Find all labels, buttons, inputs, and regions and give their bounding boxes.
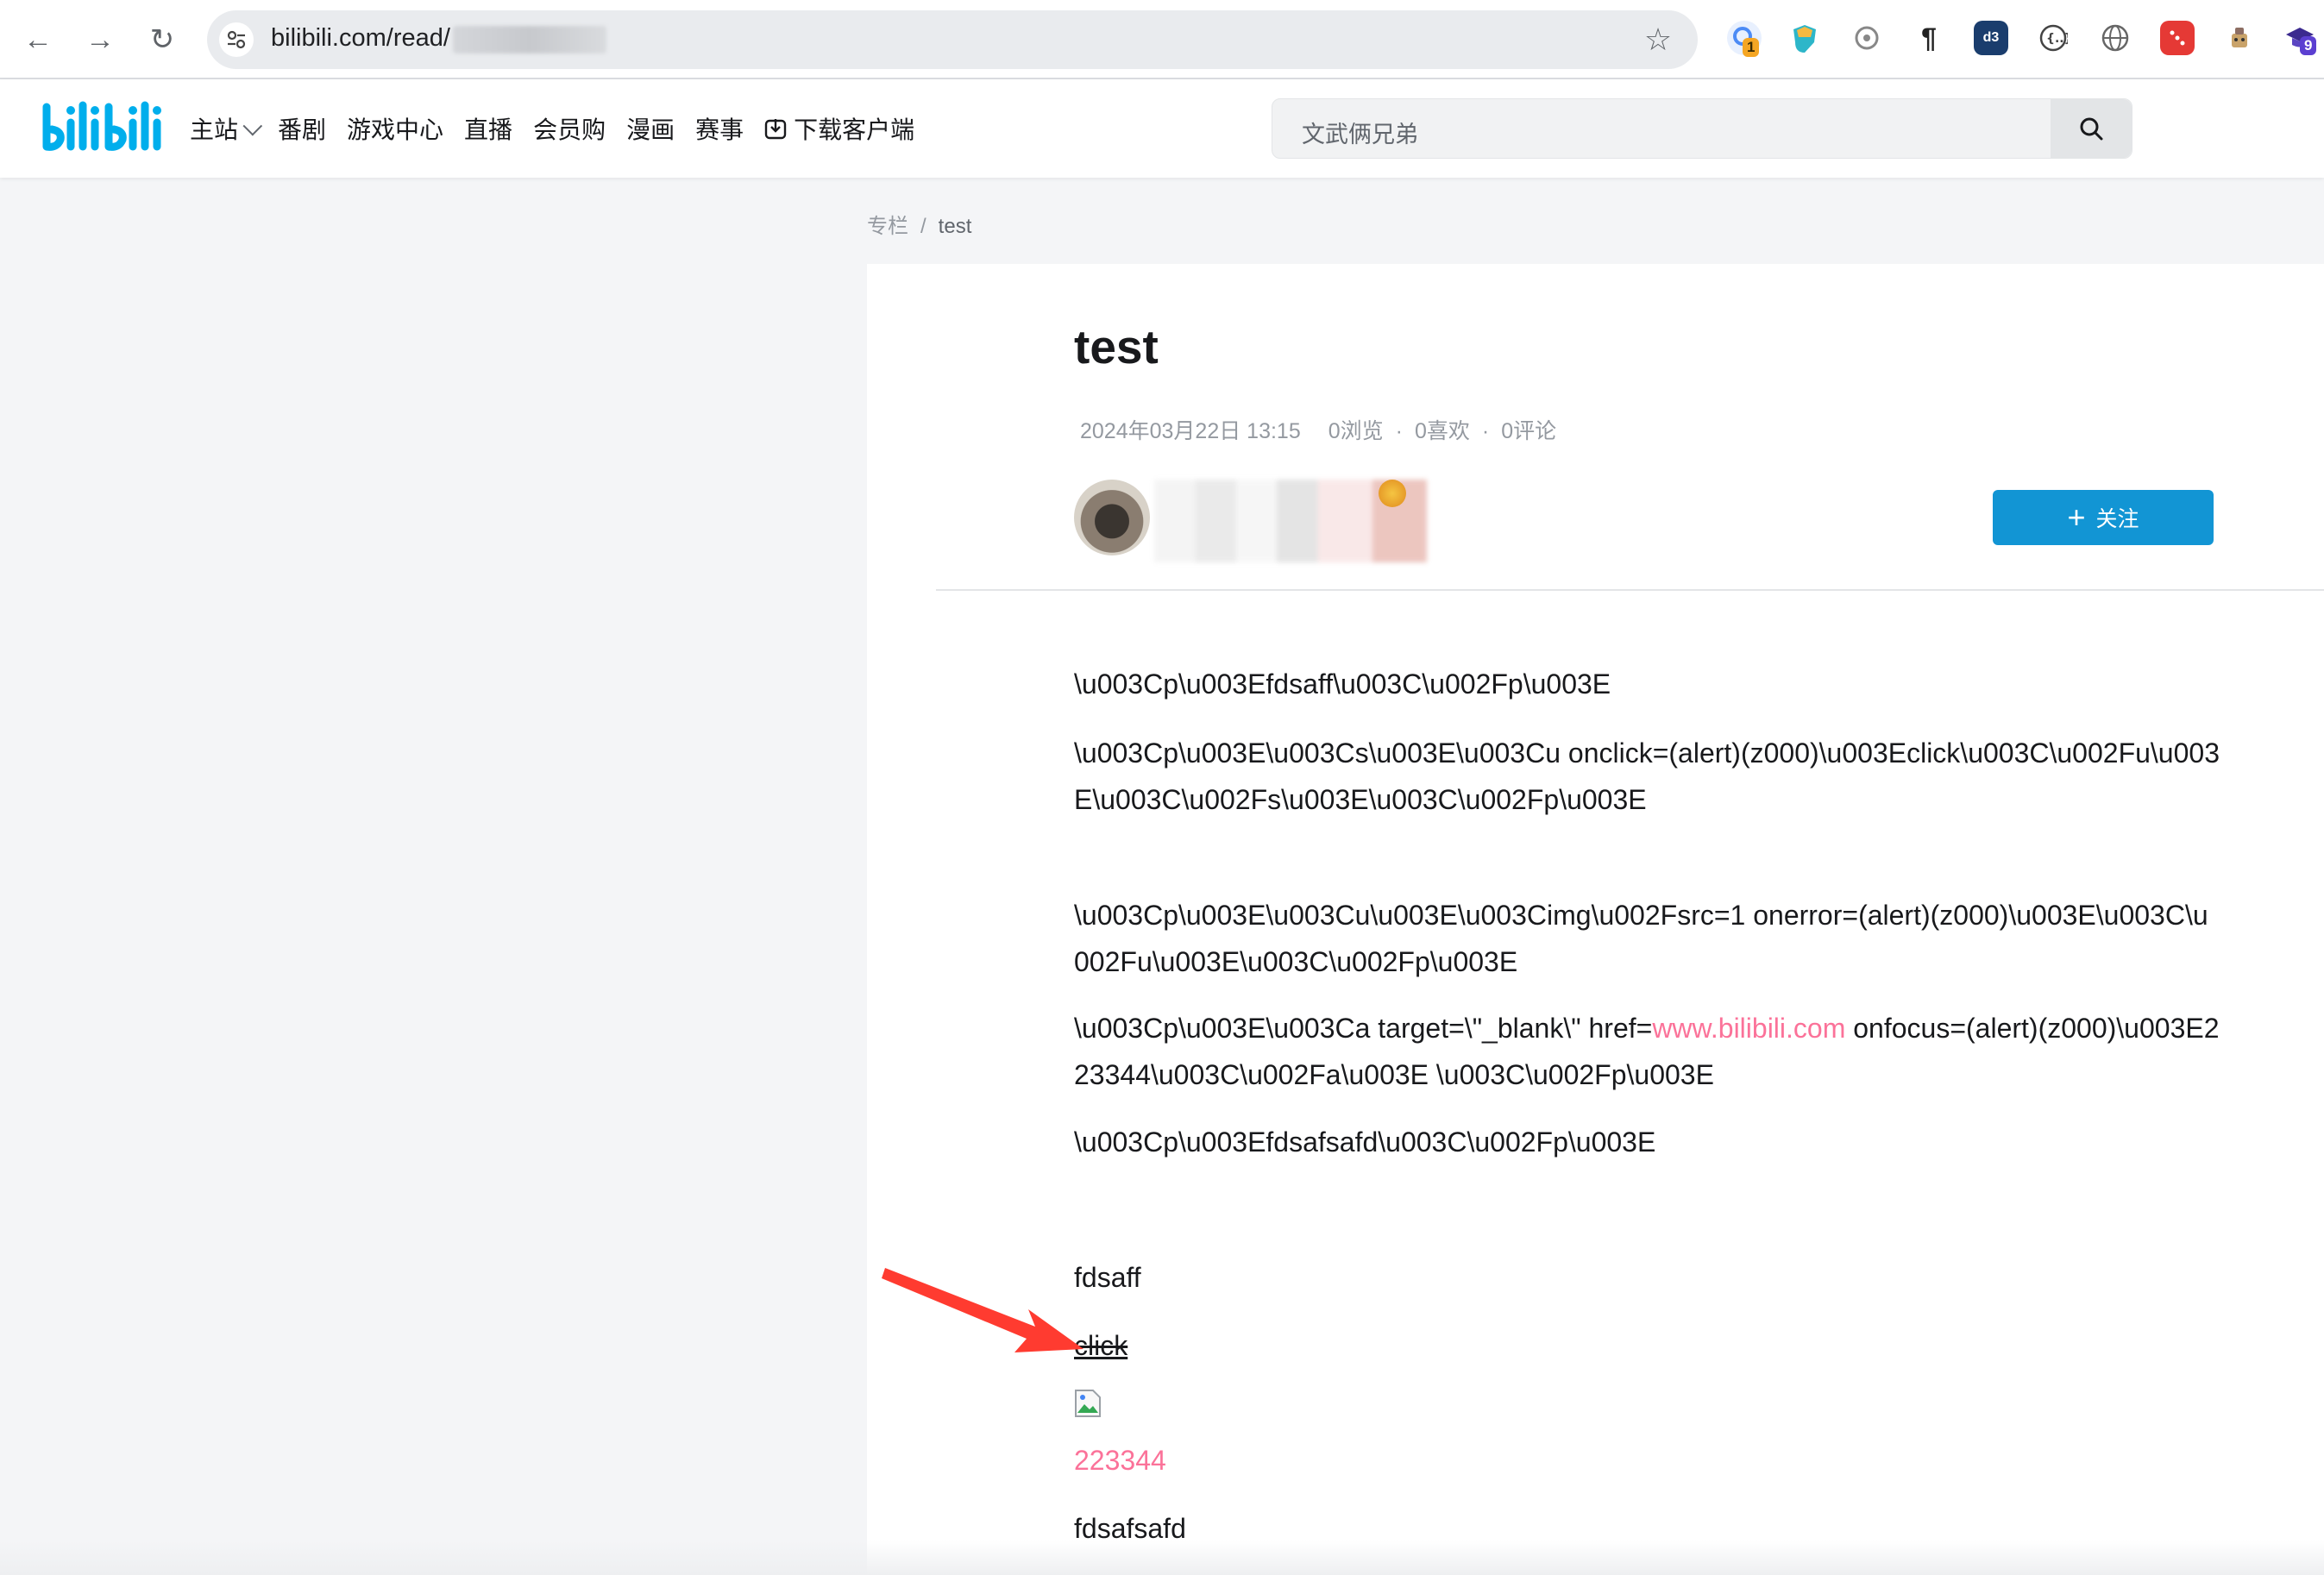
- red-arrow-annotation-icon: [882, 1268, 1083, 1352]
- broken-image-icon: [1075, 1390, 1101, 1417]
- svg-text:{..}: {..}: [2046, 32, 2068, 46]
- redacted-url-part: [453, 26, 606, 53]
- extension-shield-icon[interactable]: [1787, 21, 1822, 55]
- search-button[interactable]: [2051, 99, 2132, 158]
- chevron-down-icon: [242, 116, 263, 136]
- plus-icon: +: [2067, 499, 2086, 535]
- reload-button[interactable]: ↻: [141, 19, 183, 60]
- nav-item-live[interactable]: 直播: [464, 111, 512, 146]
- forward-arrow-icon: →: [85, 23, 115, 56]
- url-text: bilibili.com/read/: [271, 24, 450, 52]
- address-bar[interactable]: bilibili.com/read/ ☆: [207, 10, 1698, 69]
- back-arrow-icon: ←: [23, 23, 53, 56]
- paragraph-escaped-3: \u003Cp\u003E\u003Cu\u003E\u003Cimg\u002…: [1074, 900, 2208, 977]
- reload-icon: ↻: [149, 23, 175, 56]
- breadcrumb-separator: /: [920, 215, 926, 238]
- like-count: 0喜欢: [1414, 419, 1470, 443]
- extension-paragraph-icon[interactable]: ¶: [1912, 21, 1946, 55]
- article-meta: 2024年03月22日 13:15 0浏览 · 0喜欢 · 0评论: [1080, 419, 1557, 443]
- nav-item-shop[interactable]: 会员购: [533, 111, 606, 146]
- extension-globe-icon[interactable]: [2098, 21, 2132, 55]
- comment-count: 0评论: [1501, 419, 1557, 443]
- nav-item-manga[interactable]: 漫画: [626, 111, 675, 146]
- extension-graduation-icon[interactable]: 9: [2283, 21, 2317, 55]
- bottom-shadow: [0, 1540, 2324, 1575]
- paragraph-escaped-4: \u003Cp\u003E\u003Ca target=\"_blank\" h…: [1074, 1013, 2220, 1090]
- back-button[interactable]: ←: [17, 19, 59, 60]
- bilibili-link[interactable]: www.bilibili.com: [1652, 1013, 1845, 1044]
- avatar-pendant-icon: [1379, 480, 1406, 507]
- breadcrumb-root[interactable]: 专栏: [867, 215, 908, 238]
- search-icon: [2080, 117, 2103, 141]
- site-header: 主站 番剧 游戏中心 直播 会员购 漫画 赛事 下载客户端 文武俩兄弟: [0, 79, 2324, 178]
- rendered-click-wrapper: click: [1074, 1322, 2221, 1369]
- forward-button[interactable]: →: [79, 19, 121, 60]
- publish-date: 2024年03月22日 13:15: [1080, 419, 1301, 443]
- follow-button[interactable]: + 关注: [1993, 490, 2214, 545]
- bookmark-star-icon[interactable]: ☆: [1637, 19, 1679, 60]
- main-nav: 主站 番剧 游戏中心 直播 会员购 漫画 赛事 下载客户端: [190, 79, 935, 178]
- extension-badge: 1: [1743, 38, 1760, 57]
- rendered-link-223344[interactable]: 223344: [1074, 1437, 2221, 1484]
- extension-dice-icon[interactable]: [2160, 21, 2195, 55]
- extension-flower-icon[interactable]: [1850, 21, 1884, 55]
- nav-item-anime[interactable]: 番剧: [278, 111, 326, 146]
- extension-d3-icon[interactable]: d3: [1974, 21, 2008, 55]
- download-icon: [764, 119, 787, 140]
- paragraph-escaped-5: \u003Cp\u003Efdsafsafd\u003C\u002Fp\u003…: [1074, 1126, 1656, 1158]
- view-count: 0浏览: [1328, 419, 1384, 443]
- nav-item-main[interactable]: 主站: [190, 111, 263, 146]
- paragraph-escaped-1: \u003Cp\u003Efdsaff\u003C\u002Fp\u003E: [1074, 668, 1611, 700]
- paragraph-escaped-2: \u003Cp\u003E\u003Cs\u003E\u003Cu onclic…: [1074, 737, 2220, 815]
- nav-item-match[interactable]: 赛事: [695, 111, 744, 146]
- extension-json-icon[interactable]: {..}: [2036, 21, 2070, 55]
- nav-item-game-center[interactable]: 游戏中心: [347, 111, 443, 146]
- bilibili-logo[interactable]: [40, 97, 167, 157]
- rendered-text-1: fdsaff: [1074, 1262, 1141, 1293]
- author-avatar[interactable]: [1074, 480, 1150, 555]
- site-settings-icon[interactable]: [219, 22, 254, 57]
- extension-robot-icon[interactable]: [2222, 21, 2257, 55]
- search-input[interactable]: 文武俩兄弟: [1302, 116, 1418, 149]
- breadcrumb-current: test: [938, 215, 972, 238]
- browser-toolbar: ← → ↻ bilibili.com/read/ ☆ 1 ¶ d3 {..} 9: [0, 0, 2324, 79]
- search-box: 文武俩兄弟: [1272, 98, 2132, 159]
- header-divider: [936, 589, 2324, 591]
- extension-badge-2: 9: [2300, 36, 2317, 55]
- follow-label: 关注: [2095, 507, 2139, 531]
- breadcrumb: 专栏 / test: [867, 209, 971, 239]
- article-title: test: [1074, 320, 1159, 373]
- extension-search-icon[interactable]: 1: [1727, 21, 1762, 57]
- nav-item-download-client[interactable]: 下载客户端: [764, 111, 914, 146]
